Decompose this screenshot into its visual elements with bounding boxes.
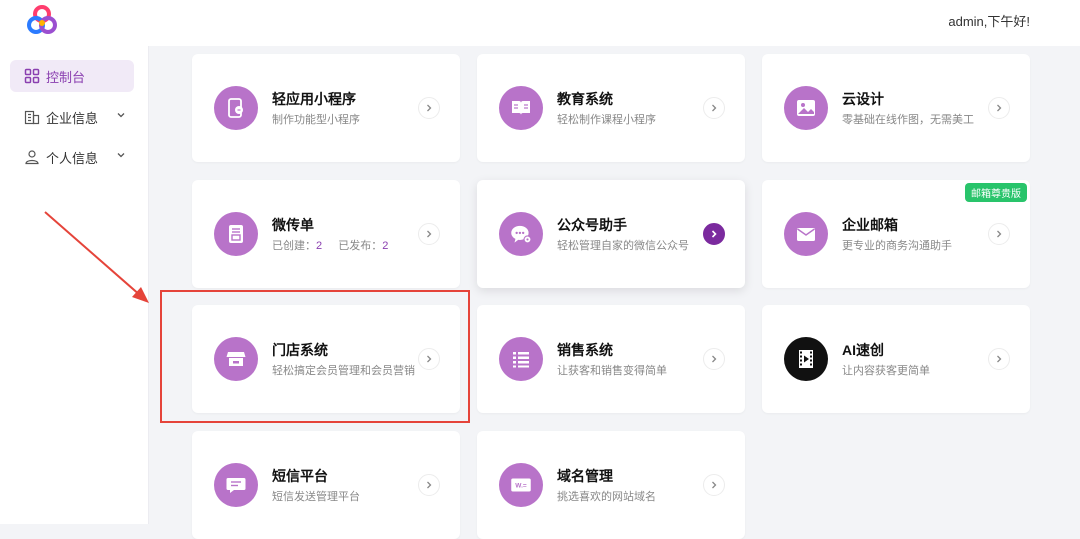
chevron-right-icon[interactable] [988, 348, 1010, 370]
card-title: 域名管理 [557, 468, 613, 484]
chevron-right-icon[interactable] [703, 223, 725, 245]
card-subtitle: 短信发送管理平台 [272, 491, 360, 503]
card-education[interactable]: 教育系统 轻松制作课程小程序 [477, 54, 745, 162]
premium-badge: 邮箱尊贵版 [965, 183, 1027, 202]
card-title: AI速创 [842, 342, 884, 358]
card-title: 销售系统 [557, 342, 613, 358]
wechat-icon [499, 212, 543, 256]
chevron-right-icon[interactable] [703, 474, 725, 496]
created-count: 2 [316, 240, 323, 252]
chevron-right-icon[interactable] [418, 474, 440, 496]
card-subtitle: 挑选喜欢的网站域名 [557, 491, 656, 503]
card-subtitle: 轻松制作课程小程序 [557, 114, 656, 126]
card-title: 轻应用小程序 [272, 91, 356, 107]
card-wechat-assistant[interactable]: 公众号助手 轻松管理自家的微信公众号 [477, 180, 745, 288]
list-icon [499, 337, 543, 381]
card-subtitle: 零基础在线作图，无需美工 [842, 114, 974, 126]
card-subtitle: 让内容获客更简单 [842, 365, 930, 377]
message-icon [214, 463, 258, 507]
card-subtitle: 更专业的商务沟通助手 [842, 240, 952, 252]
user-greeting[interactable]: admin,下午好! [948, 11, 1030, 30]
chevron-right-icon[interactable] [703, 97, 725, 119]
annotation-arrow [44, 211, 149, 303]
card-stats: 已创建：2 已发布：2 [272, 237, 388, 253]
flyer-icon [214, 212, 258, 256]
card-sales-system[interactable]: 销售系统 让获客和销售变得简单 [477, 305, 745, 413]
chevron-right-icon[interactable] [988, 223, 1010, 245]
chevron-right-icon[interactable] [418, 223, 440, 245]
card-title: 教育系统 [557, 91, 613, 107]
card-subtitle: 让获客和销售变得简单 [557, 365, 667, 377]
card-title: 短信平台 [272, 468, 328, 484]
card-flyer[interactable]: 微传单 已创建：2 已发布：2 [192, 180, 460, 288]
svg-text:W.=: W.= [515, 483, 527, 490]
annotation-highlight-box [160, 290, 470, 423]
published-label: 已发布： [338, 240, 383, 252]
card-cloud-design[interactable]: 云设计 零基础在线作图，无需美工 [762, 54, 1030, 162]
card-title: 微传单 [272, 217, 314, 233]
card-mini-program[interactable]: 轻应用小程序 制作功能型小程序 [192, 54, 460, 162]
video-icon [784, 337, 828, 381]
card-title: 企业邮箱 [842, 217, 898, 233]
chevron-right-icon[interactable] [418, 97, 440, 119]
chevron-right-icon[interactable] [703, 348, 725, 370]
card-sms-platform[interactable]: 短信平台 短信发送管理平台 [192, 431, 460, 539]
card-domain-management[interactable]: W.= 域名管理 挑选喜欢的网站域名 [477, 431, 745, 539]
card-title: 云设计 [842, 91, 884, 107]
book-icon [499, 86, 543, 130]
card-enterprise-mail[interactable]: 邮箱尊贵版 企业邮箱 更专业的商务沟通助手 [762, 180, 1030, 288]
card-subtitle: 轻松管理自家的微信公众号 [557, 240, 689, 252]
created-label: 已创建： [272, 240, 316, 252]
top-bar: admin,下午好! [0, 0, 1080, 46]
mail-icon [784, 212, 828, 256]
chevron-right-icon[interactable] [988, 97, 1010, 119]
image-icon [784, 86, 828, 130]
mini-program-icon [214, 86, 258, 130]
card-subtitle: 制作功能型小程序 [272, 114, 360, 126]
published-count: 2 [382, 240, 389, 252]
domain-icon: W.= [499, 463, 543, 507]
card-title: 公众号助手 [557, 217, 627, 233]
card-ai-quick-create[interactable]: AI速创 让内容获客更简单 [762, 305, 1030, 413]
